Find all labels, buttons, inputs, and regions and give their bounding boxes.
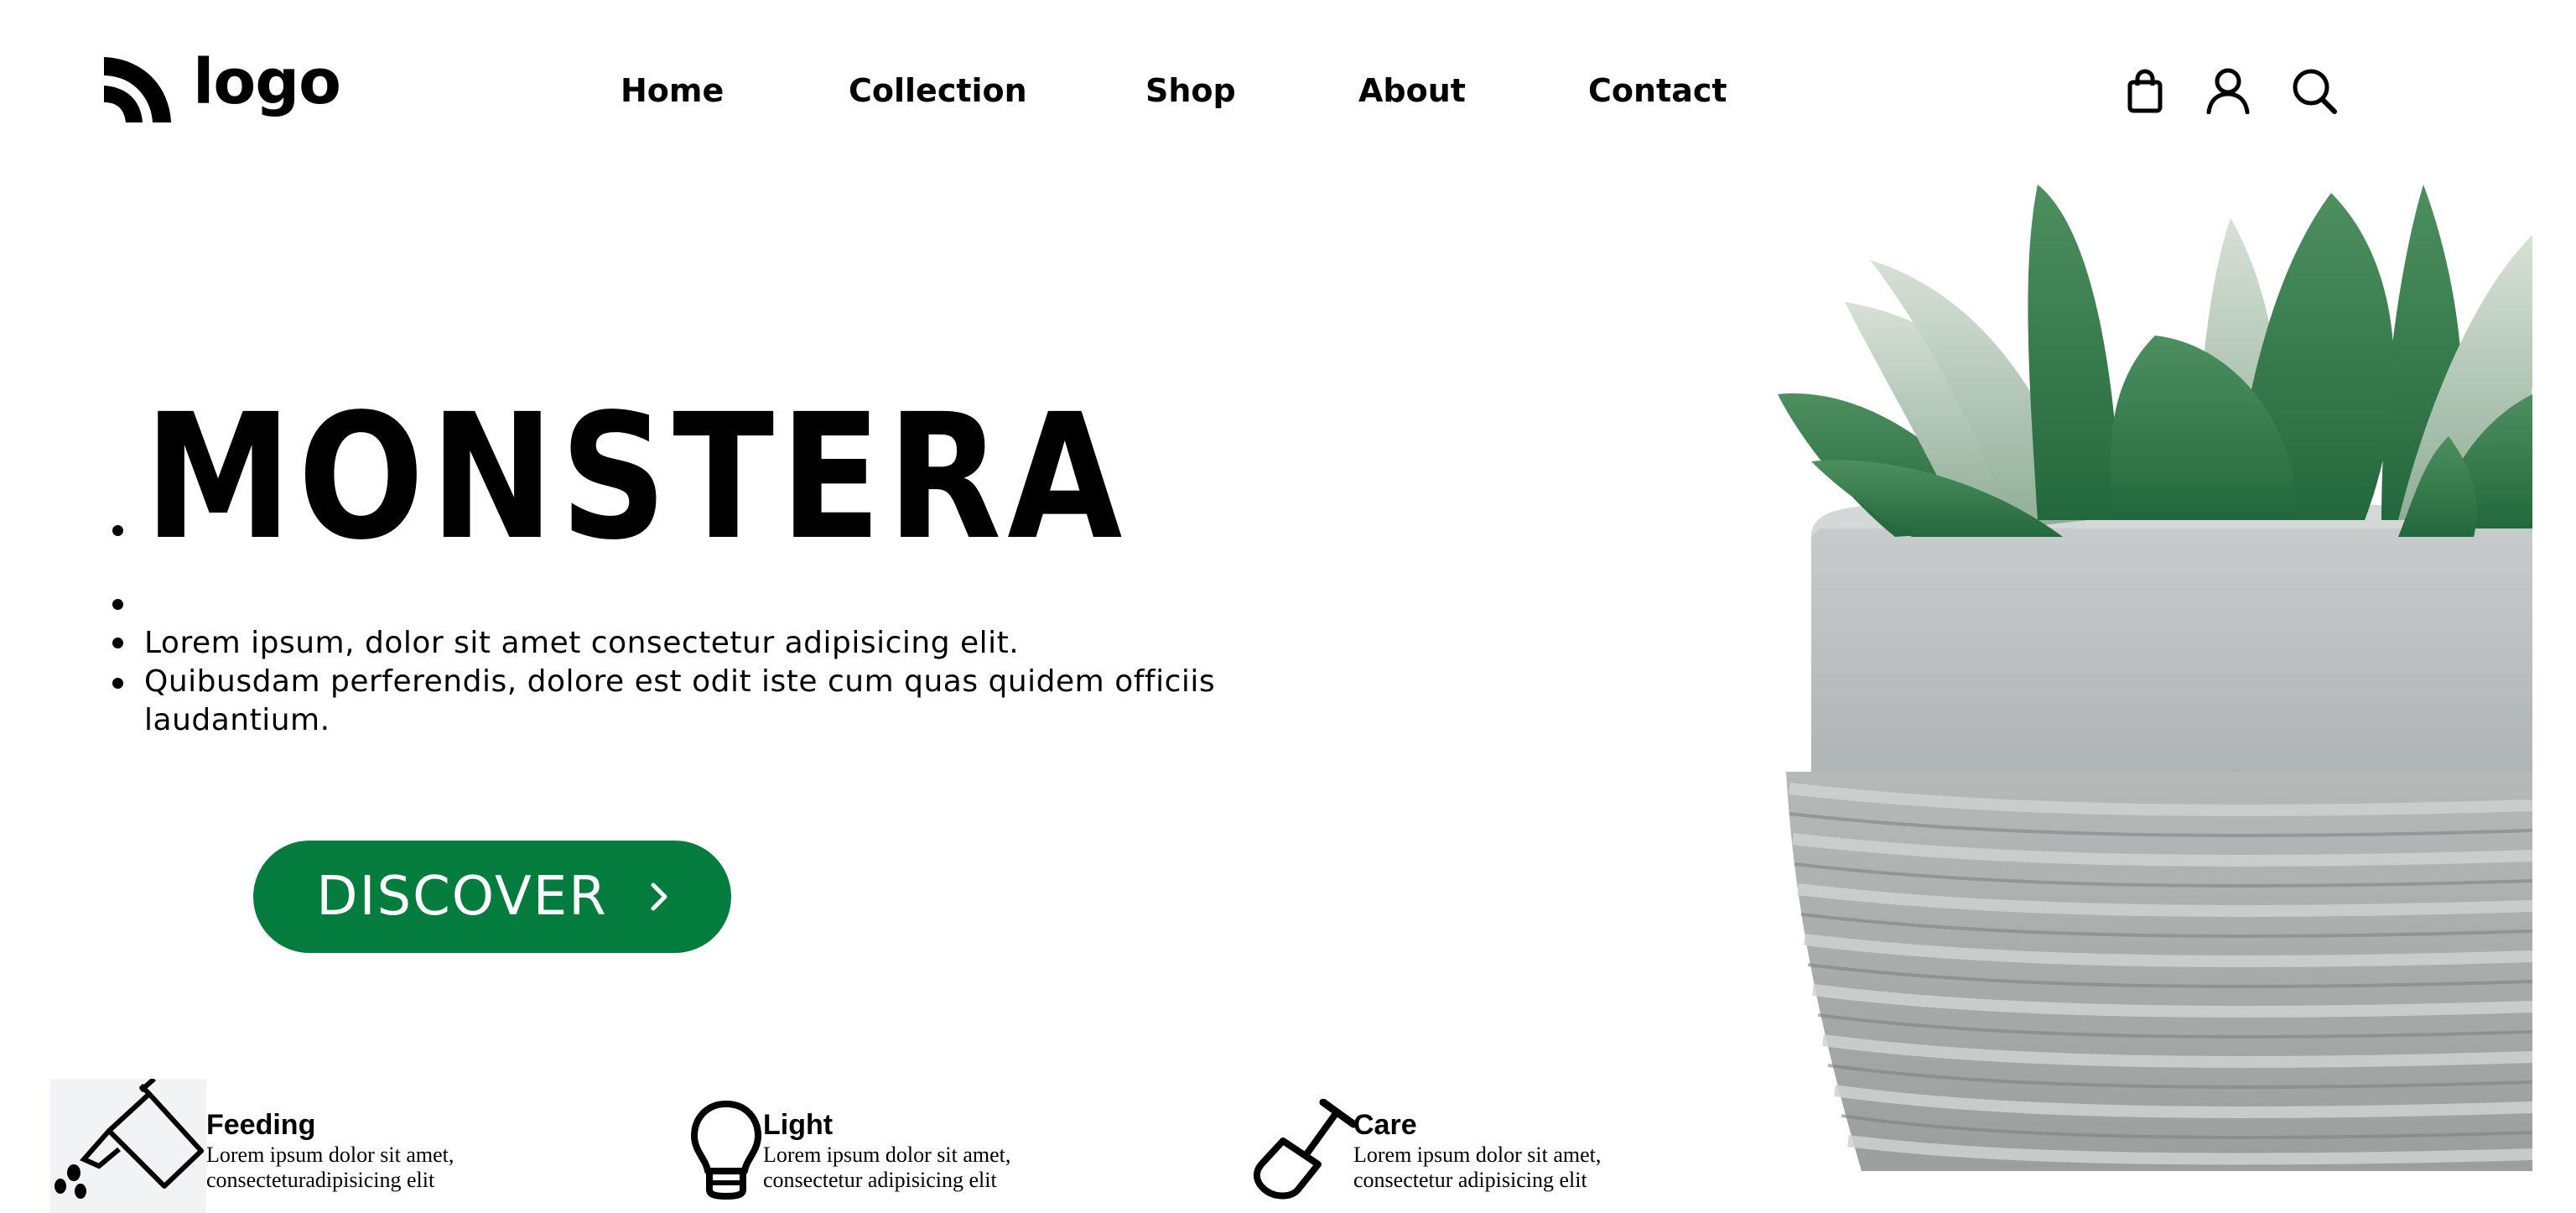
list-bullet — [112, 599, 123, 610]
discover-button[interactable]: DISCOVER — [253, 841, 731, 953]
lightbulb-icon — [691, 1101, 761, 1200]
nav-collection[interactable]: Collection — [849, 72, 1027, 109]
nav-about[interactable]: About — [1358, 72, 1466, 109]
shovel-icon — [1254, 1099, 1358, 1200]
hero-description-2-cont: laudantium. — [144, 703, 330, 737]
feature-title: Feeding — [206, 1109, 316, 1141]
list-bullet — [112, 638, 123, 648]
feature-title: Care — [1353, 1109, 1417, 1141]
nav-shop[interactable]: Shop — [1145, 72, 1236, 109]
search-icon[interactable] — [2291, 67, 2338, 119]
hero-description-1: Lorem ipsum, dolor sit amet consectetur … — [144, 626, 1020, 660]
feature-title: Light — [763, 1109, 834, 1141]
discover-button-label: DISCOVER — [316, 866, 608, 928]
feature-text: Lorem ipsum dolor sit amet, — [206, 1143, 454, 1167]
logo-mark-icon — [104, 57, 171, 122]
chevron-right-icon — [651, 882, 667, 911]
feature-text: Lorem ipsum dolor sit amet, — [1353, 1143, 1602, 1167]
watering-can-icon — [50, 1079, 206, 1213]
hero-description-2: Quibusdam perferendis, dolore est odit i… — [144, 664, 1216, 699]
shopping-bag-icon[interactable] — [2127, 69, 2163, 117]
nav-contact[interactable]: Contact — [1588, 72, 1727, 109]
page: logo Home Collection Shop About Contact — [0, 0, 2576, 1213]
list-bullet — [112, 678, 123, 689]
succulent-pot-image — [1778, 185, 2532, 1171]
user-icon[interactable] — [2205, 67, 2251, 117]
logo[interactable]: logo — [99, 46, 341, 126]
list-bullet — [112, 525, 123, 536]
logo-text: logo — [193, 46, 341, 118]
feature-text: consectetur adipisicing elit — [1353, 1168, 1587, 1192]
hero-title: MONSTERA — [144, 377, 1129, 578]
nav-home[interactable]: Home — [621, 72, 724, 109]
feature-text: consecteturadipisicing elit — [206, 1168, 435, 1192]
feature-text: consectetur adipisicing elit — [763, 1168, 997, 1192]
feature-text: Lorem ipsum dolor sit amet, — [763, 1143, 1011, 1167]
